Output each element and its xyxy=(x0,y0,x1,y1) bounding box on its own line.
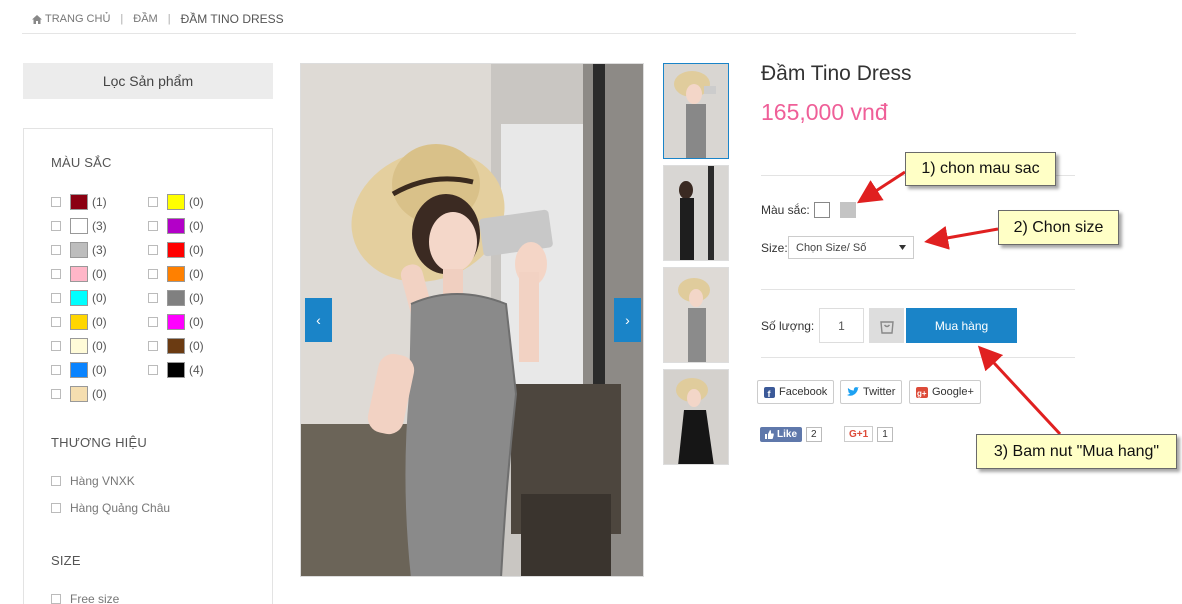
annotation-arrow-3 xyxy=(977,345,1062,436)
annotation-callout-step3: 3) Bam nut "Mua hang" xyxy=(976,434,1177,469)
annotation-arrow-1 xyxy=(856,170,906,204)
annotation-callout-step2: 2) Chon size xyxy=(998,210,1119,245)
annotation-callout-step1: 1) chon mau sac xyxy=(905,152,1056,186)
annotation-step3-text: 3) Bam nut "Mua hang" xyxy=(993,442,1160,460)
annotation-arrows xyxy=(856,170,1062,436)
annotation-step2-text: 2) Chon size xyxy=(1013,218,1104,236)
annotation-arrow-2 xyxy=(924,226,999,250)
annotation-step1-text: 1) chon mau sac xyxy=(921,160,1040,177)
